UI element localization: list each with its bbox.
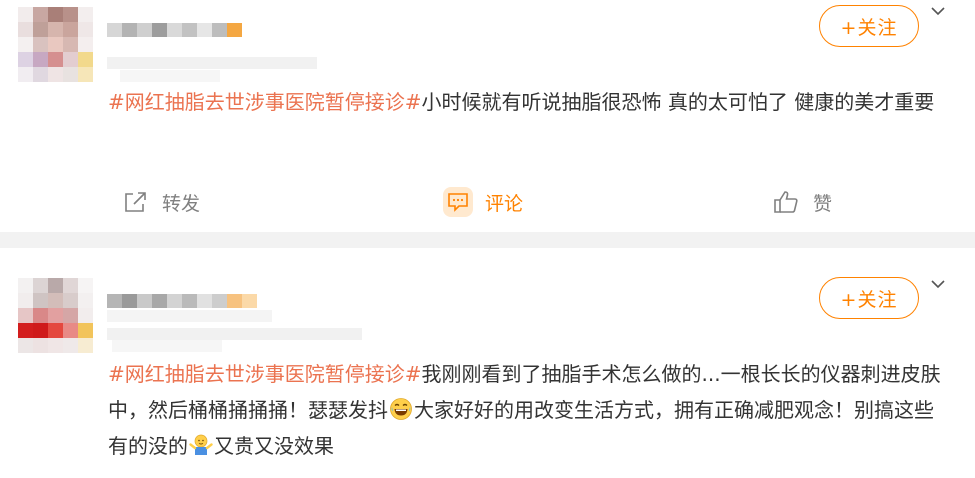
chevron-down-icon[interactable] bbox=[929, 275, 947, 293]
chevron-down-icon[interactable] bbox=[929, 2, 947, 20]
post-body: 小时候就有听说抽脂很恐怖 真的太可怕了 健康的美才重要 bbox=[421, 90, 935, 114]
follow-button[interactable]: +关注 bbox=[819, 277, 919, 319]
avatar[interactable] bbox=[18, 278, 93, 353]
topic-link[interactable]: #网红抽脂去世涉事医院暂停接诊# bbox=[108, 90, 422, 114]
post-text: #网红抽脂去世涉事医院暂停接诊#我刚刚看到了抽脂手术怎么做的...一根长长的仪器… bbox=[108, 356, 953, 464]
comment-icon bbox=[443, 187, 473, 217]
like-button[interactable]: 赞 bbox=[773, 182, 832, 222]
avatar[interactable] bbox=[18, 7, 93, 82]
laughing-tears-emoji bbox=[390, 398, 412, 420]
forward-button[interactable]: 转发 bbox=[124, 182, 200, 222]
action-bar: 转发 评论 赞 bbox=[0, 182, 975, 222]
thumbs-up-icon bbox=[774, 191, 798, 213]
post-card: +关注 #网红抽脂去世涉事医院暂停接诊#小时候就有听说抽脂很恐怖 真的太可怕了 … bbox=[0, 0, 975, 232]
post-card: +关注 #网红抽脂去世涉事医院暂停接诊#我刚刚看到了抽脂手术怎么做的...一根长… bbox=[0, 248, 975, 478]
post-body-part3: 又贵又没效果 bbox=[214, 434, 334, 458]
post-meta-mosaic bbox=[120, 70, 220, 82]
topic-link[interactable]: #网红抽脂去世涉事医院暂停接诊# bbox=[108, 362, 422, 386]
post-text: #网红抽脂去世涉事医院暂停接诊#小时候就有听说抽脂很恐怖 真的太可怕了 健康的美… bbox=[108, 84, 953, 120]
like-label: 赞 bbox=[813, 192, 833, 215]
follow-button[interactable]: +关注 bbox=[819, 5, 919, 47]
post-meta-mosaic bbox=[107, 328, 362, 340]
share-icon bbox=[125, 192, 146, 212]
forward-label: 转发 bbox=[162, 192, 201, 215]
comment-button[interactable]: 评论 bbox=[443, 182, 523, 222]
post-meta-mosaic bbox=[107, 57, 317, 69]
post-meta-mosaic bbox=[107, 310, 272, 322]
post-separator bbox=[0, 232, 975, 248]
shrug-emoji bbox=[189, 434, 213, 455]
username-mosaic[interactable] bbox=[107, 294, 257, 308]
post-meta-mosaic bbox=[112, 340, 222, 352]
comment-label: 评论 bbox=[485, 192, 524, 215]
username-mosaic[interactable] bbox=[107, 23, 242, 37]
